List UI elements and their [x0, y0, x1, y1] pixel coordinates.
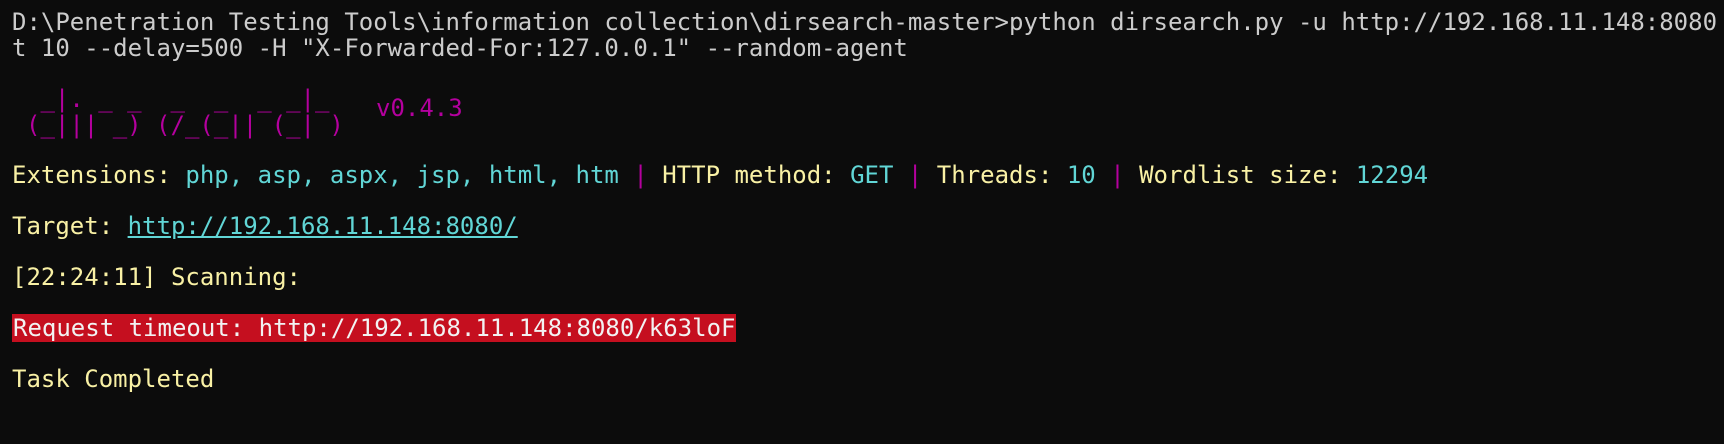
extensions-label: Extensions:	[12, 161, 186, 189]
config-line: Extensions: php, asp, aspx, jsp, html, h…	[12, 161, 1428, 189]
error-line: Request timeout: http://192.168.11.148:8…	[12, 314, 737, 342]
task-completed-status: Task Completed	[12, 365, 215, 393]
method-label: HTTP method:	[662, 161, 851, 189]
command-line-1: D:\Penetration Testing Tools\information…	[12, 8, 1724, 36]
logo-art-line-2: (_||| _) (/_(_|| (_| )	[26, 111, 344, 139]
scan-line: [22:24:11] Scanning:	[12, 263, 301, 291]
wordlist-label: Wordlist size:	[1139, 161, 1356, 189]
dirsearch-logo: _|. _ _ _ _ _ _|_ (_||| _) (/_(_|| (_| )	[26, 86, 344, 138]
request-timeout-error: Request timeout: http://192.168.11.148:8…	[12, 314, 737, 342]
separator-2: |	[893, 161, 937, 189]
prompt-path: D:\Penetration Testing Tools\information…	[12, 8, 1009, 36]
target-line: Target: http://192.168.11.148:8080/	[12, 212, 518, 240]
method-value: GET	[850, 161, 894, 189]
terminal-window[interactable]: D:\Penetration Testing Tools\information…	[0, 0, 1724, 444]
target-url-link[interactable]: http://192.168.11.148:8080/	[128, 212, 518, 240]
scan-timestamp: [22:24:11]	[12, 263, 157, 291]
command-text: python dirsearch.py -u http://192.168.11…	[1009, 8, 1724, 36]
separator-1: |	[618, 161, 663, 189]
command-line-2: t 10 --delay=500 -H "X-Forwarded-For:127…	[12, 34, 908, 62]
logo-art-line-1: _|. _ _ _ _ _ _|_	[26, 85, 344, 113]
target-label: Target:	[12, 212, 128, 240]
wordlist-value: 12294	[1355, 161, 1429, 189]
extensions-value: php, asp, aspx, jsp, html, htm	[185, 161, 619, 189]
threads-label: Threads:	[936, 161, 1067, 189]
threads-value: 10	[1066, 161, 1096, 189]
command-text-continued: t 10 --delay=500 -H "X-Forwarded-For:127…	[12, 34, 908, 62]
version-label: v0.4.3	[376, 94, 463, 122]
scan-label: Scanning:	[156, 263, 301, 291]
separator-3: |	[1095, 161, 1140, 189]
